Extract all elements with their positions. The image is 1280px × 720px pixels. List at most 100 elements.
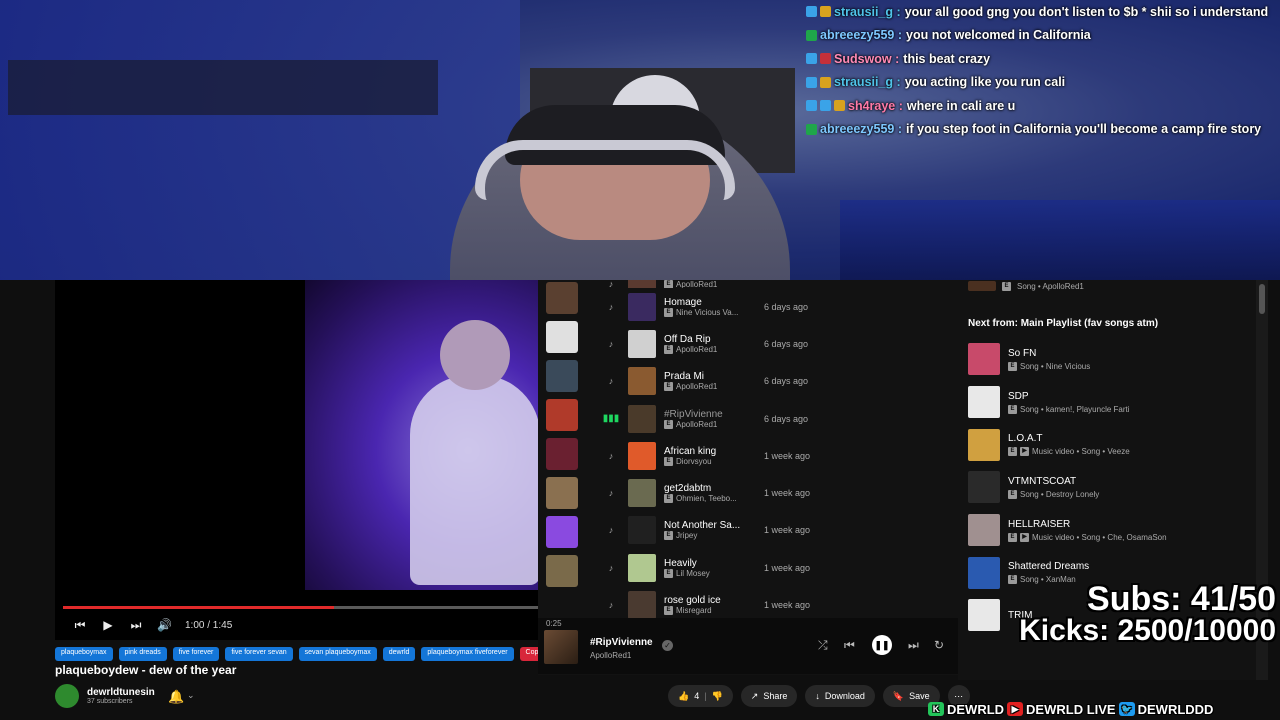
queue-previous-item[interactable]: E Song • ApolloRed1 <box>968 280 1084 292</box>
chat-username[interactable]: sh4raye : <box>848 99 903 113</box>
video-tag[interactable]: pink dreads <box>118 647 167 661</box>
queue-item-name[interactable]: VTMNTSCOAT <box>1008 476 1099 487</box>
like-button[interactable]: 👍 4 | 👎 <box>668 685 733 707</box>
track-row[interactable]: ♪ African king E Diorvsyou 1 week ago <box>594 437 954 474</box>
track-row[interactable]: ♪ E ApolloRed1 <box>594 280 954 288</box>
track-name[interactable]: #RipVivienne <box>664 409 758 420</box>
chat-username[interactable]: abreeezy559 : <box>820 28 902 42</box>
liked-songs-cover[interactable] <box>546 516 578 548</box>
video-tag[interactable]: Copy Al <box>519 647 538 661</box>
play-icon[interactable]: ▶ <box>101 618 115 632</box>
track-row[interactable]: ♪ get2dabtm E Ohmien, Teebo... 1 week ago <box>594 474 954 511</box>
bell-icon[interactable]: 🔔 <box>168 689 184 705</box>
library-cover[interactable] <box>546 555 578 587</box>
queue-item[interactable]: HELLRAISER E ▶ Music video • Song • Che, Os… <box>968 509 1268 552</box>
like-count: 4 <box>694 691 700 701</box>
track-artist[interactable]: ApolloRed1 <box>676 382 717 391</box>
queue-item-art <box>968 471 1000 504</box>
volume-icon[interactable]: 🔊 <box>157 618 172 632</box>
now-playing-art[interactable] <box>544 630 578 664</box>
library-cover[interactable] <box>546 477 578 509</box>
video-tag[interactable]: five forever sevan <box>225 647 293 661</box>
kick-handle: DEWRLD <box>947 701 1005 717</box>
queue-item-name[interactable]: SDP <box>1008 391 1130 402</box>
track-name[interactable]: African king <box>664 446 758 457</box>
download-button[interactable]: ↓ Download <box>805 685 875 707</box>
skip-forward-icon[interactable]: ⏭ <box>908 638 919 653</box>
track-row[interactable]: ♪ Not Another Sa... E Jripey 1 week ago <box>594 512 954 549</box>
track-name[interactable]: Prada Mi <box>664 371 758 382</box>
queue-item[interactable]: VTMNTSCOAT E Song • Destroy Lonely <box>968 466 1268 509</box>
explicit-icon: E <box>664 568 673 578</box>
track-art <box>628 280 656 288</box>
track-art <box>628 516 656 545</box>
track-name[interactable]: Homage <box>664 297 758 308</box>
share-button[interactable]: ↗ Share <box>740 685 798 707</box>
chevron-down-icon[interactable]: ⌄ <box>187 690 195 701</box>
queue-item[interactable]: SDP E Song • kamen!, Playuncle Farti <box>968 381 1268 424</box>
channel-avatar[interactable] <box>55 684 79 708</box>
track-row[interactable]: ♪ Homage E Nine Vicious Va... 6 days ago <box>594 288 954 325</box>
track-row[interactable]: ▮▮▮ #RipVivienne E ApolloRed1 6 days ago <box>594 400 954 437</box>
now-playing-title[interactable]: #RipVivienne <box>590 637 653 648</box>
track-date-added: 1 week ago <box>764 525 811 536</box>
queue-item-name[interactable]: Shattered Dreams <box>1008 561 1089 572</box>
track-artist[interactable]: ApolloRed1 <box>676 280 717 288</box>
previous-icon[interactable]: ⏮ <box>73 618 87 633</box>
video-progress-bar[interactable] <box>63 606 538 609</box>
track-artist[interactable]: Ohmien, Teebo... <box>676 494 737 503</box>
video-tag[interactable]: sevan plaqueboymax <box>298 647 377 661</box>
shuffle-icon[interactable]: ⤮ <box>818 638 828 653</box>
queue-item-info: L.O.A.T E ▶ Music video • Song • Veeze <box>1008 433 1130 457</box>
track-name[interactable]: get2dabtm <box>664 483 758 494</box>
chat-username[interactable]: strausii_g : <box>834 5 901 19</box>
chat-username[interactable]: strausii_g : <box>834 75 901 89</box>
video-tag[interactable]: five forever <box>172 647 220 661</box>
track-artist[interactable]: Jripey <box>676 531 697 540</box>
library-cover[interactable] <box>546 399 578 431</box>
track-name[interactable]: rose gold ice <box>664 595 758 606</box>
library-cover[interactable] <box>546 282 578 314</box>
queue-item-name[interactable]: HELLRAISER <box>1008 519 1167 530</box>
next-icon[interactable]: ⏭ <box>129 618 143 633</box>
library-cover[interactable] <box>546 360 578 392</box>
chat-username[interactable]: abreeezy559 : <box>820 122 902 136</box>
queue-item-name[interactable]: L.O.A.T <box>1008 433 1130 444</box>
explicit-icon: E <box>1008 361 1017 371</box>
library-cover[interactable] <box>546 321 578 353</box>
track-artist[interactable]: ApolloRed1 <box>676 345 717 354</box>
track-name[interactable]: Not Another Sa... <box>664 520 758 531</box>
video-tag[interactable]: dewrld <box>382 647 416 661</box>
queue-item-name[interactable]: So FN <box>1008 348 1090 359</box>
track-artist[interactable]: Diorvsyou <box>676 457 712 466</box>
now-playing-artist[interactable]: ApolloRed1 <box>590 651 631 660</box>
video-tag[interactable]: plaqueboymax <box>55 647 113 661</box>
track-artist[interactable]: ApolloRed1 <box>676 420 717 429</box>
video-player[interactable]: ⏮ ▶ ⏭ 🔊 1:00 / 1:45 <box>55 280 538 640</box>
video-time: 1:00 / 1:45 <box>185 619 233 631</box>
track-artist[interactable]: Lil Mosey <box>676 569 710 578</box>
queue-item[interactable]: So FN E Song • Nine Vicious <box>968 338 1268 381</box>
skip-back-icon[interactable]: ⏮ <box>844 638 855 653</box>
check-icon[interactable]: ✓ <box>662 640 673 651</box>
repeat-icon[interactable]: ↻ <box>934 638 944 652</box>
channel-name[interactable]: dewrldtunesin <box>87 687 155 698</box>
track-artist[interactable]: Misregard <box>676 606 712 615</box>
queue-item[interactable]: L.O.A.T E ▶ Music video • Song • Veeze <box>968 423 1268 466</box>
scroll-thumb[interactable] <box>1259 284 1265 314</box>
library-cover[interactable] <box>546 438 578 470</box>
track-name[interactable]: Heavily <box>664 558 758 569</box>
thumbs-down-icon[interactable]: 👎 <box>712 691 723 702</box>
pause-button[interactable]: ❚❚ <box>872 635 892 655</box>
video-icon: ▶ <box>1020 532 1029 542</box>
track-row[interactable]: ♪ Prada Mi E ApolloRed1 6 days ago <box>594 363 954 400</box>
track-name[interactable]: Off Da Rip <box>664 334 758 345</box>
video-tag[interactable]: plaqueboymax fiveforever <box>421 647 514 661</box>
queue-item-art <box>968 514 1000 547</box>
track-artist[interactable]: Nine Vicious Va... <box>676 308 738 317</box>
share-label: Share <box>763 691 788 701</box>
track-row[interactable]: ♪ Off Da Rip E ApolloRed1 6 days ago <box>594 325 954 362</box>
chat-username[interactable]: Sudswow : <box>834 52 899 66</box>
video-progress-fill <box>63 606 334 609</box>
track-row[interactable]: ♪ Heavily E Lil Mosey 1 week ago <box>594 549 954 586</box>
